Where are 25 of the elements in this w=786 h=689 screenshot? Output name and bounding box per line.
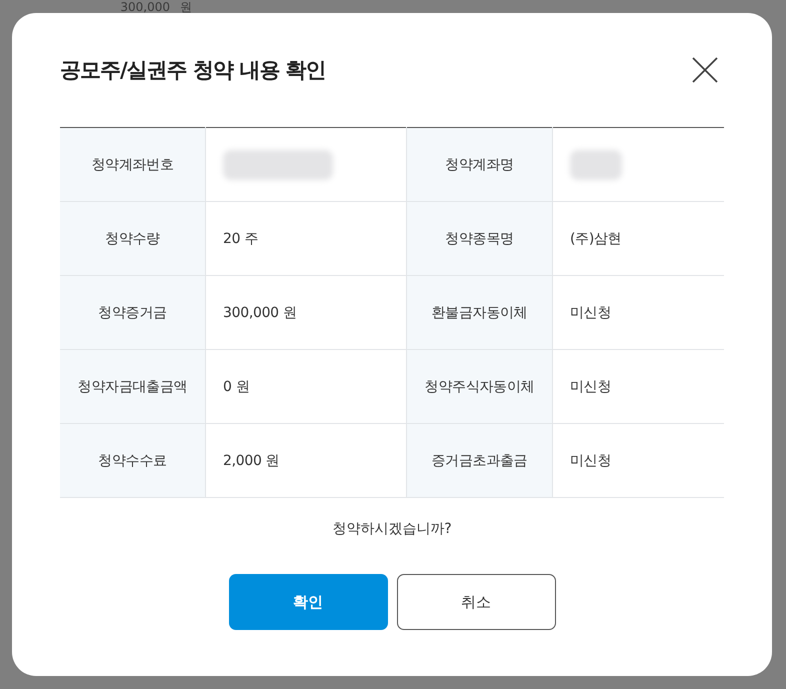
- label-cell: 청약종목명: [406, 202, 552, 276]
- value-text: 300,000 원: [223, 304, 297, 320]
- cancel-button[interactable]: 취소: [396, 574, 556, 630]
- label-cell: 증거금초과출금: [406, 424, 552, 498]
- label-cell: 청약주식자동이체: [406, 350, 552, 424]
- label-cell: 환불금자동이체: [406, 276, 552, 350]
- value-text: 미신청: [570, 452, 612, 468]
- value-text: 2,000 원: [223, 452, 280, 468]
- confirm-button[interactable]: 확인: [228, 574, 388, 630]
- label-cell: 청약수량: [60, 202, 206, 276]
- confirm-question: 청약하시겠습니까?: [331, 520, 453, 538]
- value-text: (주)삼현: [570, 230, 622, 246]
- value-text: 미신청: [570, 378, 612, 394]
- dialog-title: 공모주/실권주 청약 내용 확인: [60, 57, 326, 84]
- label-cell: 청약증거금: [60, 276, 206, 350]
- label-cell: 청약수수료: [60, 424, 206, 498]
- label-cell: 청약계좌번호: [60, 128, 206, 202]
- value-text: 0 원: [223, 378, 250, 394]
- value-text: 20 주: [223, 230, 258, 246]
- amount-text: 300,000: [119, 1, 171, 13]
- unit-text: 원: [180, 1, 192, 13]
- value-text: 미신청: [570, 304, 612, 320]
- close-button[interactable]: [692, 57, 718, 83]
- label-cell: 청약자금대출금액: [60, 350, 206, 424]
- label-cell: 청약계좌명: [406, 128, 552, 202]
